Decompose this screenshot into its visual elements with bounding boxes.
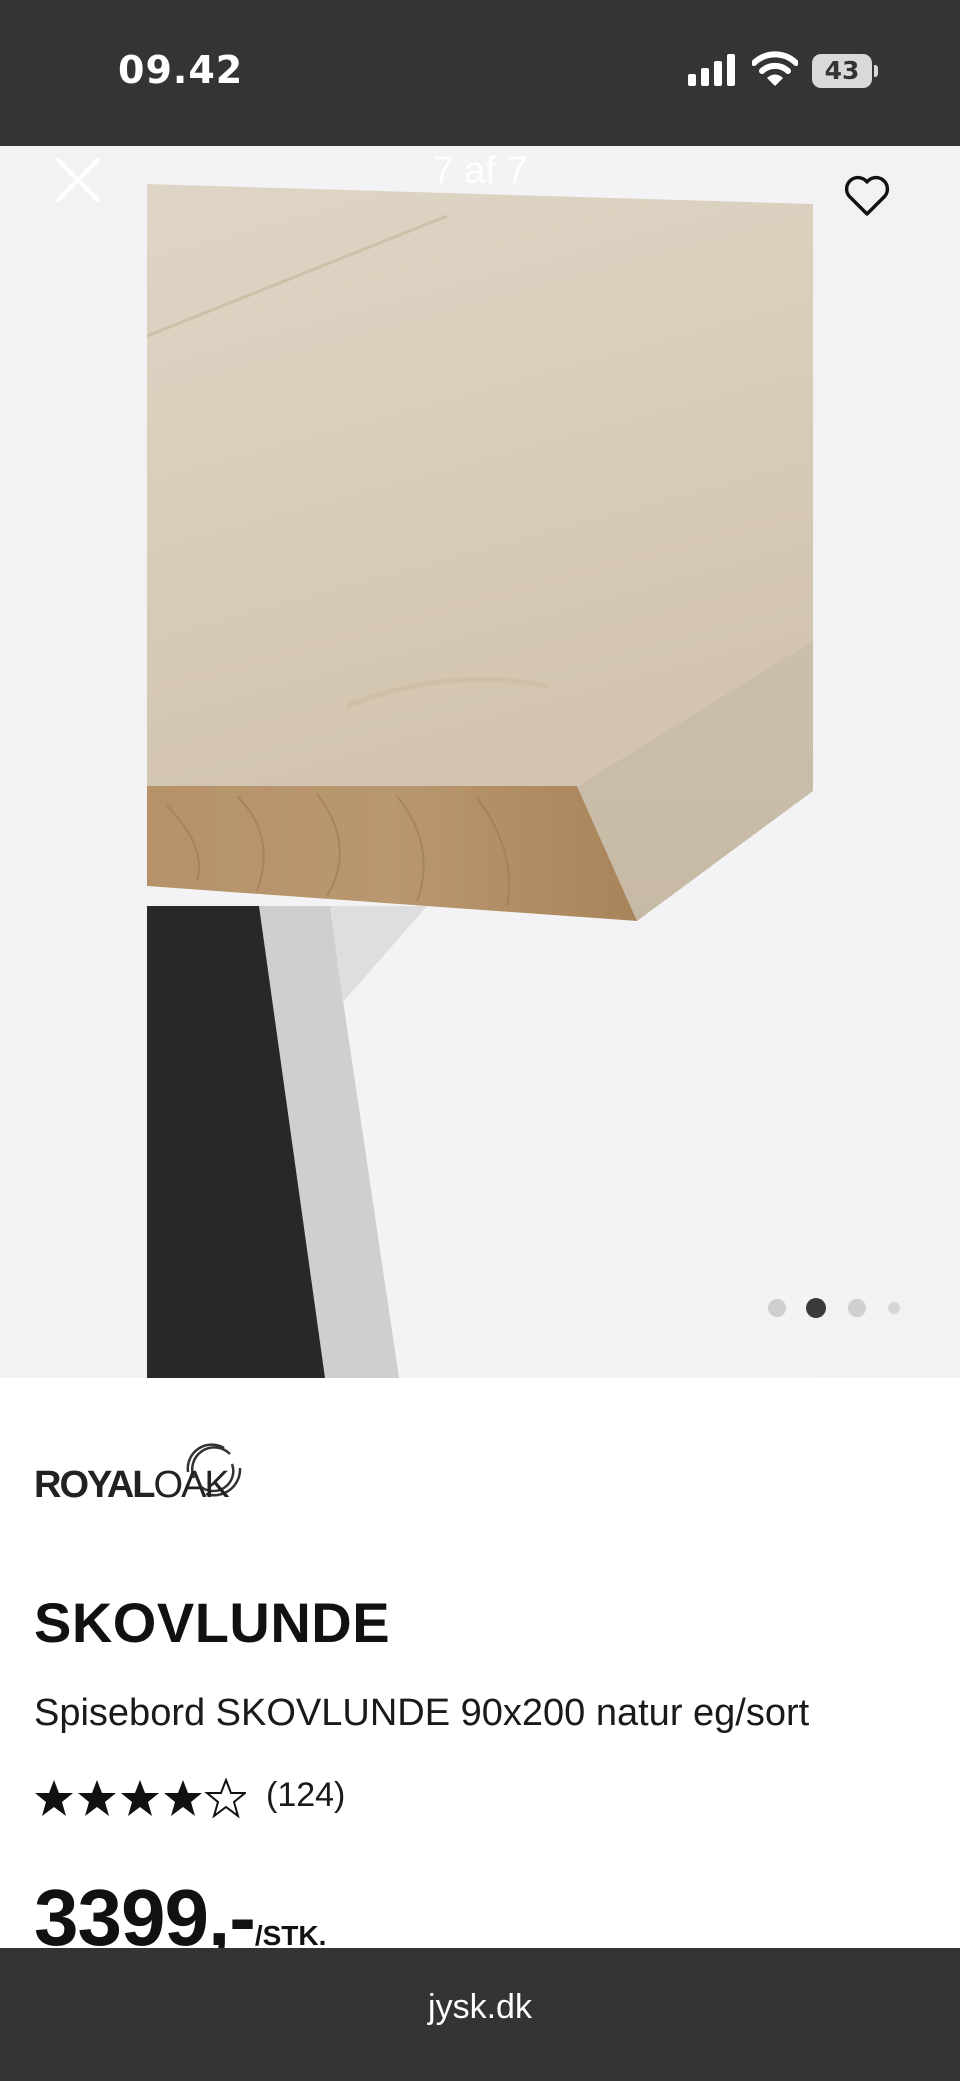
cellular-signal-icon [688,54,738,86]
review-count[interactable]: (124) [266,1776,345,1815]
brand-logo[interactable]: ROYALOAK [34,1434,254,1507]
status-bar: 09.42 43 [0,0,960,146]
rating[interactable]: (124) [34,1776,434,1818]
brand-name-bold: ROYAL [34,1464,156,1506]
star-rating-icon [35,1779,246,1817]
pagination-dot[interactable] [888,1302,900,1314]
battery-icon: 43 [812,54,878,88]
status-time: 09.42 [118,48,244,92]
image-counter: 7 af 7 [432,150,528,192]
close-icon[interactable] [52,154,104,206]
pagination-dot[interactable] [848,1299,866,1317]
brand-name-light: OAK [153,1464,230,1506]
pagination-dot-active[interactable] [806,1298,826,1318]
heart-outline-icon[interactable] [842,172,892,218]
wifi-icon [752,51,798,86]
price-unit: /STK. [254,1920,327,1951]
image-pagination [768,1298,908,1318]
url-domain[interactable]: jysk.dk [0,1988,960,2027]
brand-name: ROYALOAK [34,1464,230,1507]
product-info: ROYALOAK SKOVLUNDE Spisebord SKOVLUNDE 9… [0,1378,960,1962]
product-subtitle: Spisebord SKOVLUNDE 90x200 natur eg/sort [34,1692,810,1734]
product-photo [147,146,813,1378]
pagination-dot[interactable] [768,1299,786,1317]
product-image-gallery[interactable]: 7 af 7 [0,146,960,1378]
battery-percent: 43 [824,56,860,85]
product-title: SKOVLUNDE [34,1591,391,1654]
browser-url-bar: jysk.dk [0,1948,960,2081]
